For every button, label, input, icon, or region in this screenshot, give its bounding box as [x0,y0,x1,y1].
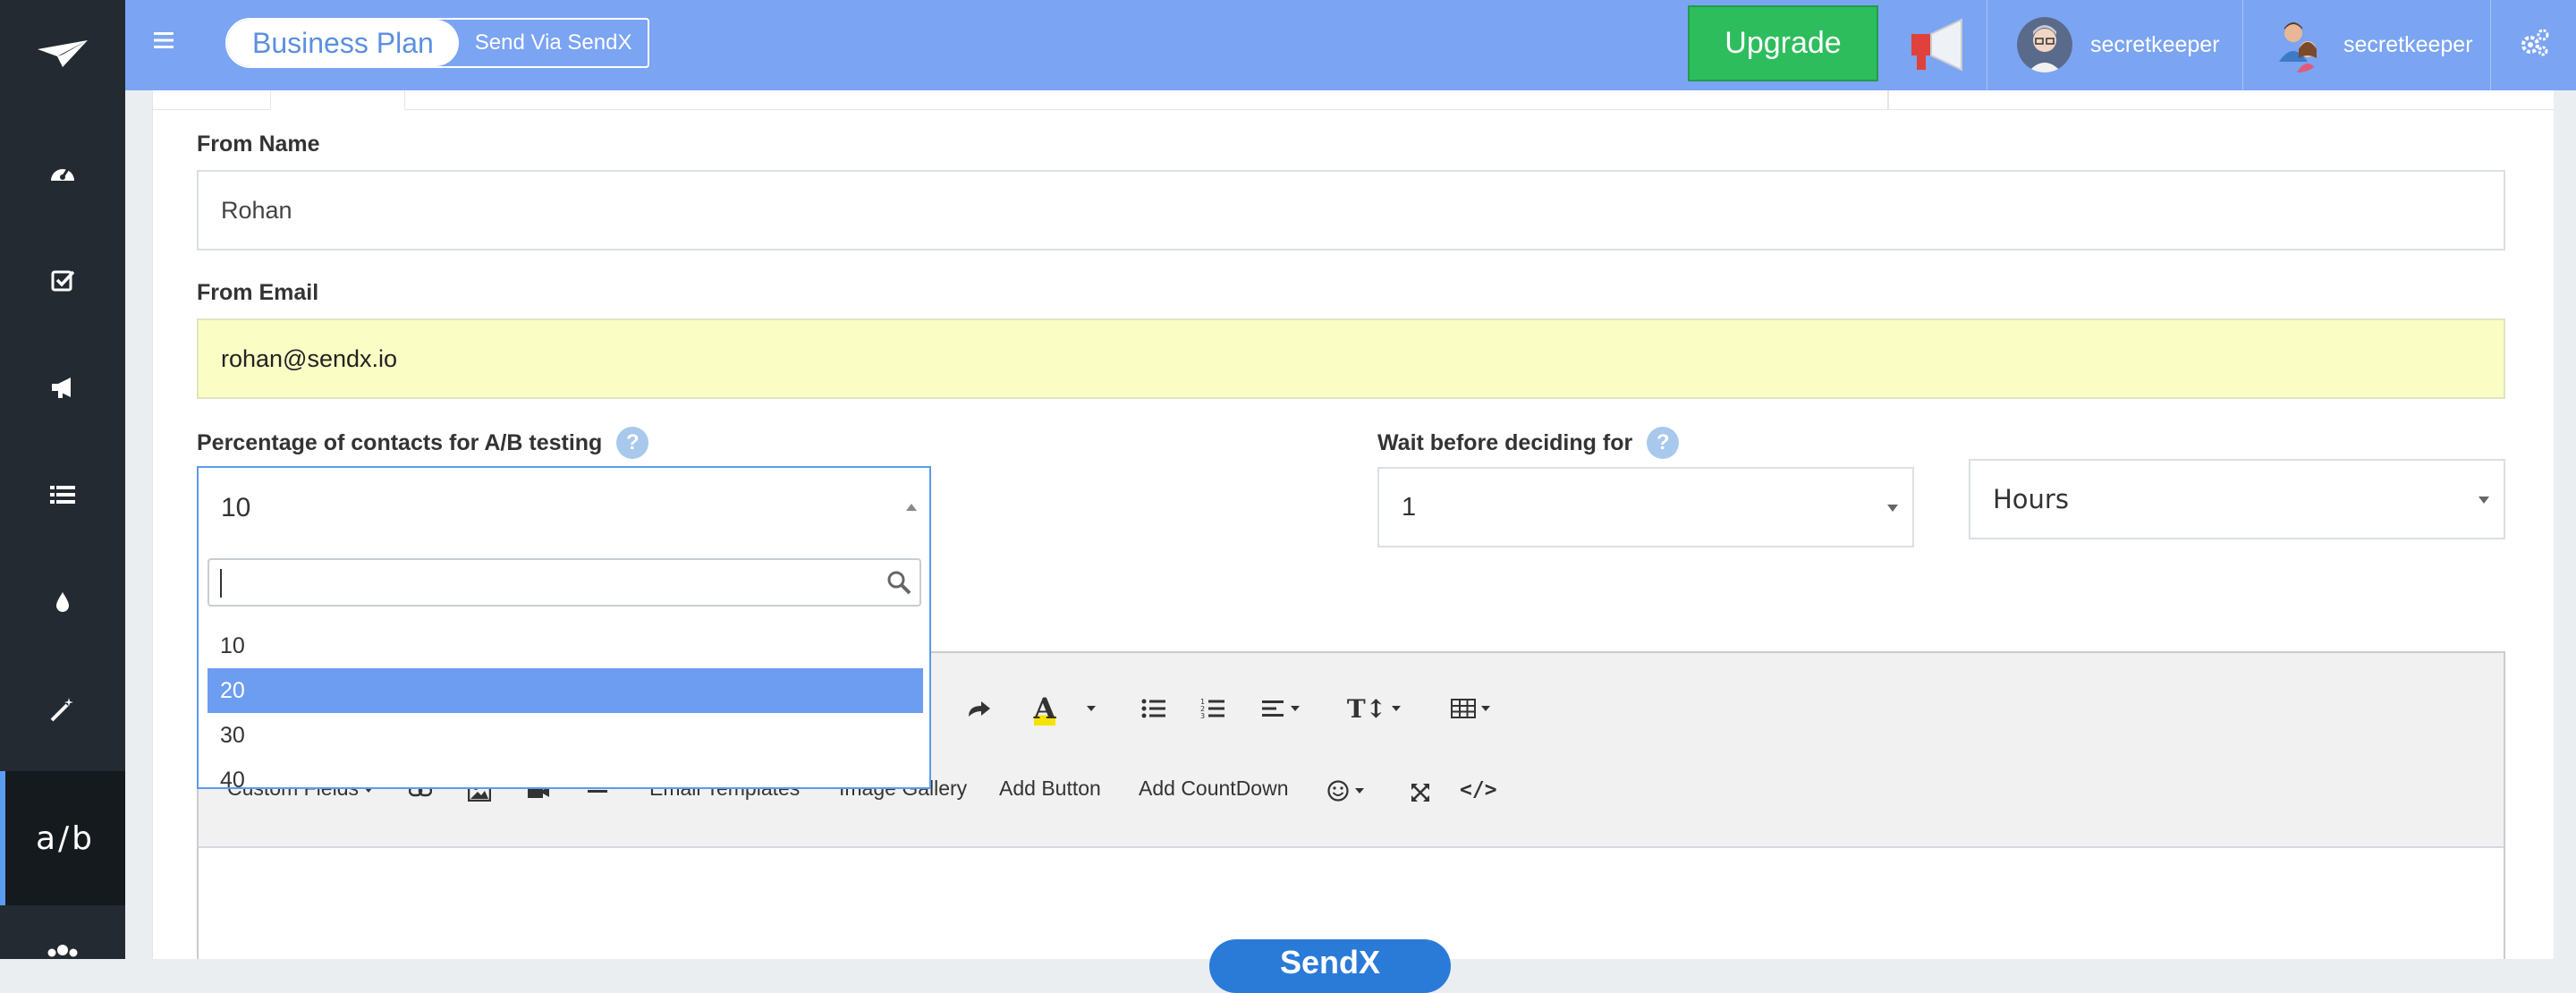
help-icon[interactable]: ? [1647,427,1680,459]
sidebar-item-dashboard[interactable] [0,119,125,226]
table-button[interactable] [1445,692,1496,725]
fullscreen-icon [1411,784,1429,802]
from-email-label: From Email [197,280,319,305]
emoji-dropdown-button[interactable] [1320,773,1370,809]
wait-amount-value: 1 [1402,492,1417,522]
paper-plane-icon [38,40,88,67]
add-button-button[interactable]: Add Button [999,777,1101,801]
username: secretkeeper [2090,31,2220,57]
wait-label-text: Wait before deciding for [1377,429,1633,455]
tab-active[interactable] [270,90,405,110]
email-body-cta-button[interactable]: SendX [1209,939,1451,993]
list-icon [50,486,75,504]
plan-name: Business Plan [227,20,459,66]
sidebar-item-campaigns[interactable] [0,334,125,441]
main-sidebar: a/b [0,0,125,959]
ab-percentage-label-text: Percentage of contacts for A/B testing [197,429,603,455]
hamburger-icon [154,32,174,48]
font-size-button[interactable]: T↕ [1346,691,1402,726]
chevron-down-icon [1887,505,1898,512]
text-cursor [220,569,222,598]
sidebar-item-drip[interactable] [0,548,125,656]
align-left-icon [1262,700,1284,717]
chevron-down-icon [1481,706,1490,711]
tab-strip [152,90,2554,110]
highlight-color-button[interactable]: A [1027,689,1063,728]
from-email-input[interactable]: rohan@sendx.io [197,318,2505,399]
highlight-color-dropdown[interactable] [1082,700,1100,717]
redo-button[interactable] [959,691,998,730]
announcements-button[interactable] [1908,13,1970,75]
megaphone-icon [52,378,71,398]
ab-percentage-label: Percentage of contacts for A/B testing ? [197,427,649,459]
chevron-down-icon [1355,788,1364,794]
sidebar-item-automation[interactable] [0,656,125,763]
redo-icon [969,701,990,717]
svg-text:3: 3 [1200,712,1205,719]
chevron-down-icon [1087,706,1096,711]
avatar [2017,17,2072,72]
upgrade-button[interactable]: Upgrade [1688,5,1878,81]
magic-wand-icon [50,698,73,722]
wait-unit-value: Hours [1993,484,2069,514]
ab-percentage-selected-value: 10 [221,492,251,522]
plan-indicator[interactable]: Business Plan Send Via SendX [225,18,650,68]
dropdown-option-highlighted[interactable]: 20 [208,668,923,713]
avatar [2270,17,2326,72]
add-countdown-button[interactable]: Add CountDown [1139,777,1289,801]
wait-label: Wait before deciding for ? [1377,427,1680,459]
users-icon [47,945,78,957]
dropdown-option[interactable]: 10 [208,624,923,668]
chevron-down-icon [1291,706,1300,711]
smiley-icon [1327,780,1349,802]
tab-divider [1887,90,1889,110]
megaphone-icon [1911,18,1962,72]
dashboard-icon [51,168,74,181]
menu-toggle-button[interactable] [152,29,175,52]
gears-icon [2521,29,2549,56]
dropdown-search-input[interactable] [208,558,921,607]
code-view-button[interactable]: </> [1460,778,1497,802]
bullet-list-icon [1141,699,1165,718]
topbar-divider [2490,0,2491,90]
from-name-label: From Name [197,132,320,157]
sidebar-item-lists[interactable] [0,441,125,548]
from-name-input[interactable]: Rohan [197,170,2505,250]
sidebar-item-tasks[interactable] [0,226,125,334]
chevron-up-icon [906,504,917,511]
fullscreen-button[interactable] [1404,777,1436,809]
user-menu-2[interactable]: secretkeeper [2270,16,2473,73]
sendx-logo[interactable] [0,0,125,107]
numbered-list-icon: 1 2 3 [1200,698,1224,719]
dropdown-option[interactable]: 30 [208,713,923,758]
numbered-list-button[interactable]: 1 2 3 [1197,692,1229,725]
ab-percentage-dropdown-list: 10 20 30 40 [197,547,931,793]
send-via-sendx-link[interactable]: Send Via SendX [459,20,648,66]
chevron-down-icon [2479,496,2489,504]
user-menu-1[interactable]: secretkeeper [2017,16,2220,73]
settings-button[interactable] [2519,27,2551,59]
sidebar-item-users[interactable] [0,921,125,959]
chevron-down-icon [1392,706,1402,711]
wait-unit-select[interactable]: Hours [1969,459,2505,539]
drop-icon [56,592,69,612]
ab-percentage-select[interactable]: 10 [197,466,931,548]
topbar-divider [2242,0,2243,90]
wait-amount-select[interactable]: 1 [1377,467,1914,547]
table-icon [1451,699,1476,718]
sidebar-item-label: a/b [35,819,96,857]
help-icon[interactable]: ? [616,427,649,459]
man-avatar-icon [2017,17,2072,72]
bullet-list-button[interactable] [1138,692,1170,725]
highlight-icon: A [1033,692,1056,726]
couple-avatar-icon [2279,22,2318,72]
top-navigation-bar: Business Plan Send Via SendX Upgrade sec… [125,0,2576,90]
sidebar-item-ab-testing[interactable]: a/b [0,771,125,905]
search-icon [887,571,911,595]
dropdown-option[interactable]: 40 [208,758,923,802]
username: secretkeeper [2343,31,2473,57]
align-dropdown-button[interactable] [1258,692,1304,725]
font-size-icon: T↕ [1346,693,1387,724]
checkbox-icon [51,270,75,292]
